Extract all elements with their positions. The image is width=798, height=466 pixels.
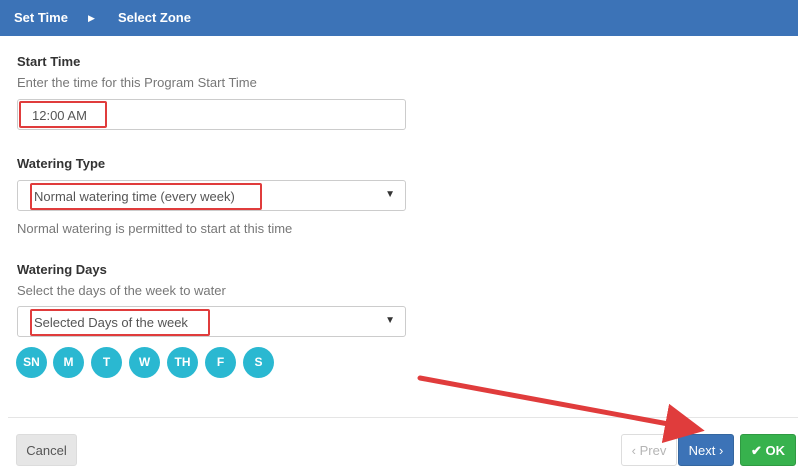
watering-type-select[interactable]: Normal watering time (every week) ▼: [17, 180, 406, 211]
day-toggle-tuesday[interactable]: T: [91, 347, 122, 378]
day-toggle-saturday[interactable]: S: [243, 347, 274, 378]
watering-type-label: Watering Type: [17, 156, 106, 171]
check-icon: ✔: [750, 443, 762, 458]
watering-type-value: Normal watering time (every week): [34, 189, 235, 204]
watering-days-select[interactable]: Selected Days of the week ▼: [17, 306, 406, 337]
step-select-zone[interactable]: Select Zone: [118, 0, 191, 36]
prev-button[interactable]: ‹ Prev: [621, 434, 677, 466]
start-time-help: Enter the time for this Program Start Ti…: [17, 75, 257, 90]
day-toggle-sunday[interactable]: SN: [16, 347, 47, 378]
step-separator-icon: ▶: [88, 13, 95, 23]
next-button[interactable]: Next ›: [678, 434, 734, 466]
day-toggle-monday[interactable]: M: [53, 347, 84, 378]
chevron-down-icon: ▼: [385, 189, 395, 200]
start-time-input[interactable]: 12:00 AM: [17, 99, 406, 130]
ok-button-label: OK: [765, 443, 786, 458]
program-wizard: Set Time ▶ Select Zone Start Time Enter …: [0, 0, 798, 466]
footer-divider: [8, 417, 798, 418]
watering-days-help: Select the days of the week to water: [17, 283, 226, 298]
cancel-button[interactable]: Cancel: [16, 434, 77, 466]
wizard-header: Set Time ▶ Select Zone: [0, 0, 798, 36]
watering-days-label: Watering Days: [17, 262, 107, 277]
watering-type-help: Normal watering is permitted to start at…: [17, 221, 293, 236]
day-toggle-friday[interactable]: F: [205, 347, 236, 378]
watering-days-value: Selected Days of the week: [34, 315, 188, 330]
chevron-down-icon: ▼: [385, 315, 395, 326]
day-toggle-wednesday[interactable]: W: [129, 347, 160, 378]
step-set-time[interactable]: Set Time: [14, 0, 68, 36]
start-time-label: Start Time: [17, 54, 81, 69]
day-toggle-thursday[interactable]: TH: [167, 347, 198, 378]
ok-button[interactable]: ✔ OK: [740, 434, 796, 466]
start-time-value: 12:00 AM: [32, 108, 87, 123]
